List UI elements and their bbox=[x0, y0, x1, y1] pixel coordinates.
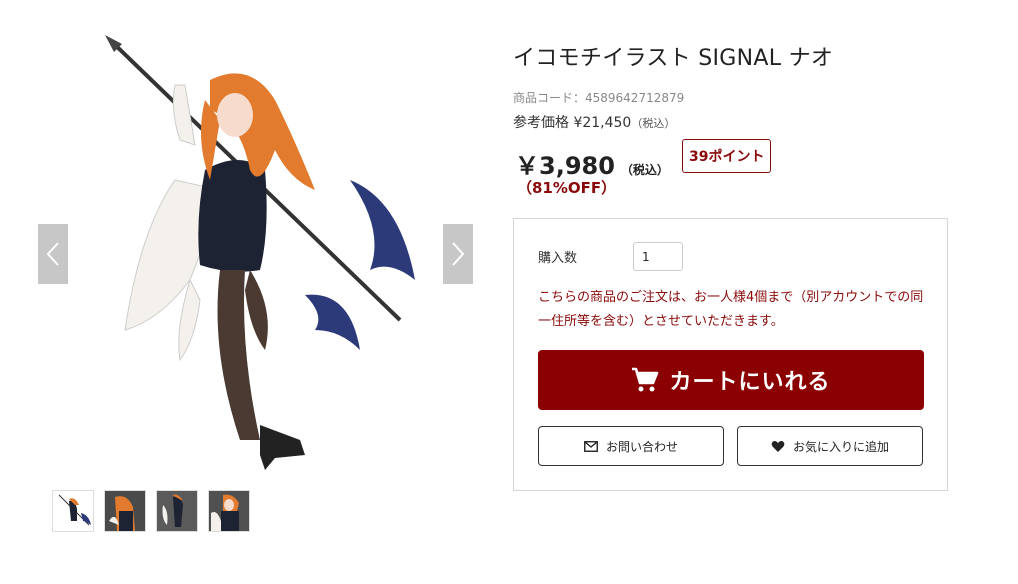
reference-price-tax: （税込） bbox=[631, 117, 676, 130]
figure-illustration bbox=[105, 35, 415, 470]
quantity-input[interactable] bbox=[633, 242, 683, 271]
inquiry-label: お問い合わせ bbox=[605, 439, 678, 454]
sale-price-tax: （税込） bbox=[620, 163, 669, 177]
product-title: イコモチイラスト SIGNAL ナオ bbox=[513, 46, 834, 71]
order-limit-notice: こちらの商品のご注文は、お一人様4個まで（別アカウントでの同一住所等を含む）とさ… bbox=[538, 290, 924, 329]
gallery-prev-button[interactable] bbox=[38, 224, 68, 284]
thumbnail-2[interactable] bbox=[104, 490, 146, 532]
gallery-next-button[interactable] bbox=[443, 224, 473, 284]
chevron-left-icon bbox=[46, 242, 59, 266]
add-to-cart-label: カートにいれる bbox=[669, 370, 831, 395]
product-main-image bbox=[100, 30, 430, 480]
sale-price: ￥3,980 （税込） bbox=[515, 146, 669, 181]
thumbnail-strip bbox=[52, 490, 250, 532]
thumbnail-1[interactable] bbox=[52, 490, 94, 532]
add-to-cart-button[interactable]: カートにいれる bbox=[538, 350, 924, 410]
add-favorite-label: お気に入りに追加 bbox=[792, 439, 889, 454]
points-badge: 39ポイント bbox=[682, 139, 772, 173]
product-code: 商品コード：4589642712879 bbox=[513, 91, 685, 105]
sale-price-value: ￥3,980 bbox=[515, 152, 615, 180]
mail-icon bbox=[584, 440, 598, 452]
thumbnail-4[interactable] bbox=[208, 490, 250, 532]
reference-price: 参考価格 ¥21,450（税込） bbox=[513, 112, 675, 132]
heart-icon bbox=[771, 440, 785, 452]
cart-panel: 購入数 こちらの商品のご注文は、お一人様4個まで（別アカウントでの同一住所等を含… bbox=[513, 218, 948, 491]
inquiry-button[interactable]: お問い合わせ bbox=[538, 426, 724, 466]
product-gallery bbox=[0, 0, 500, 584]
discount-rate: （81%OFF） bbox=[517, 179, 617, 197]
reference-price-value: 参考価格 ¥21,450 bbox=[513, 115, 632, 131]
chevron-right-icon bbox=[452, 242, 465, 266]
add-favorite-button[interactable]: お気に入りに追加 bbox=[737, 426, 923, 466]
thumbnail-3[interactable] bbox=[156, 490, 198, 532]
cart-icon bbox=[632, 367, 659, 392]
quantity-label: 購入数 bbox=[538, 251, 578, 266]
